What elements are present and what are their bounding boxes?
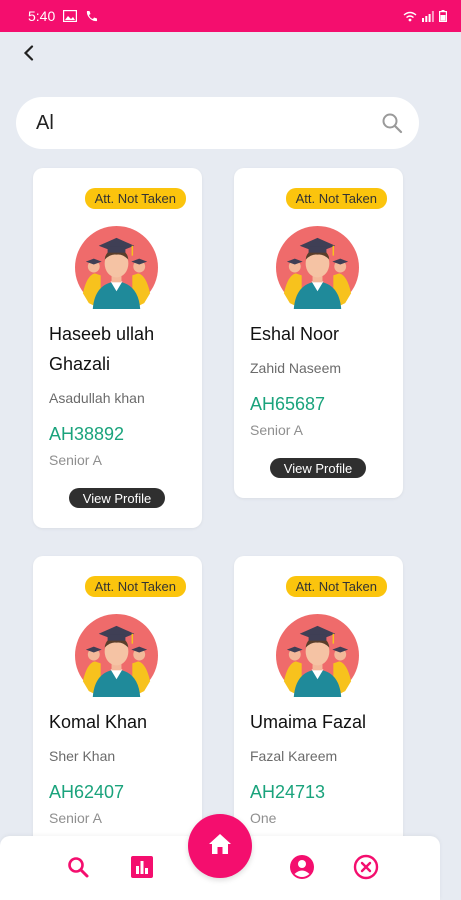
student-class: One xyxy=(250,810,277,826)
parent-name: Fazal Kareem xyxy=(250,748,338,764)
student-id: AH62407 xyxy=(49,782,125,802)
student-name: Umaima Fazal xyxy=(250,712,367,732)
nav-search-button[interactable] xyxy=(65,856,91,882)
graduate-avatar-icon xyxy=(276,226,359,309)
student-card[interactable]: Att. Not Taken Haseeb ullah Ghazali Asad… xyxy=(33,168,202,528)
profile-icon xyxy=(289,854,315,885)
student-id: AH24713 xyxy=(250,782,326,802)
home-button[interactable] xyxy=(188,814,252,878)
student-grid: Att. Not Taken Haseeb ullah Ghazali Asad… xyxy=(0,0,461,900)
attendance-badge: Att. Not Taken xyxy=(285,188,387,209)
graduate-avatar-icon xyxy=(75,614,158,697)
attendance-badge: Att. Not Taken xyxy=(84,188,186,209)
home-icon xyxy=(208,833,232,860)
attendance-badge: Att. Not Taken xyxy=(84,576,186,597)
student-id: AH65687 xyxy=(250,394,326,414)
search-icon xyxy=(66,855,90,884)
student-card[interactable]: Att. Not Taken Eshal Noor Zahid Naseem A… xyxy=(234,168,403,498)
graduate-avatar-icon xyxy=(276,614,359,697)
screen-edge xyxy=(440,32,461,900)
nav-reports-button[interactable] xyxy=(129,855,155,884)
parent-name: Asadullah khan xyxy=(49,390,145,406)
nav-profile-button[interactable] xyxy=(289,854,315,885)
parent-name: Zahid Naseem xyxy=(250,360,342,376)
parent-name: Sher Khan xyxy=(49,748,116,764)
close-icon xyxy=(353,854,379,885)
student-class: Senior A xyxy=(49,452,102,468)
view-profile-button[interactable]: View Profile xyxy=(270,458,366,478)
attendance-badge: Att. Not Taken xyxy=(285,576,387,597)
student-name: Eshal Noor xyxy=(250,324,340,344)
student-class: Senior A xyxy=(49,810,102,826)
chart-icon xyxy=(130,855,154,884)
student-class: Senior A xyxy=(250,422,303,438)
student-card[interactable]: Att. Not Taken Umaima Fazal Fazal Kareem… xyxy=(234,556,403,846)
nav-close-button[interactable] xyxy=(353,854,379,885)
student-card[interactable]: Att. Not Taken Komal Khan Sher Khan AH62… xyxy=(33,556,202,846)
graduate-avatar-icon xyxy=(75,226,158,309)
student-name: Haseeb ullah Ghazali xyxy=(49,324,155,374)
student-id: AH38892 xyxy=(49,424,125,444)
view-profile-button[interactable]: View Profile xyxy=(69,488,165,508)
student-name: Komal Khan xyxy=(49,712,148,732)
